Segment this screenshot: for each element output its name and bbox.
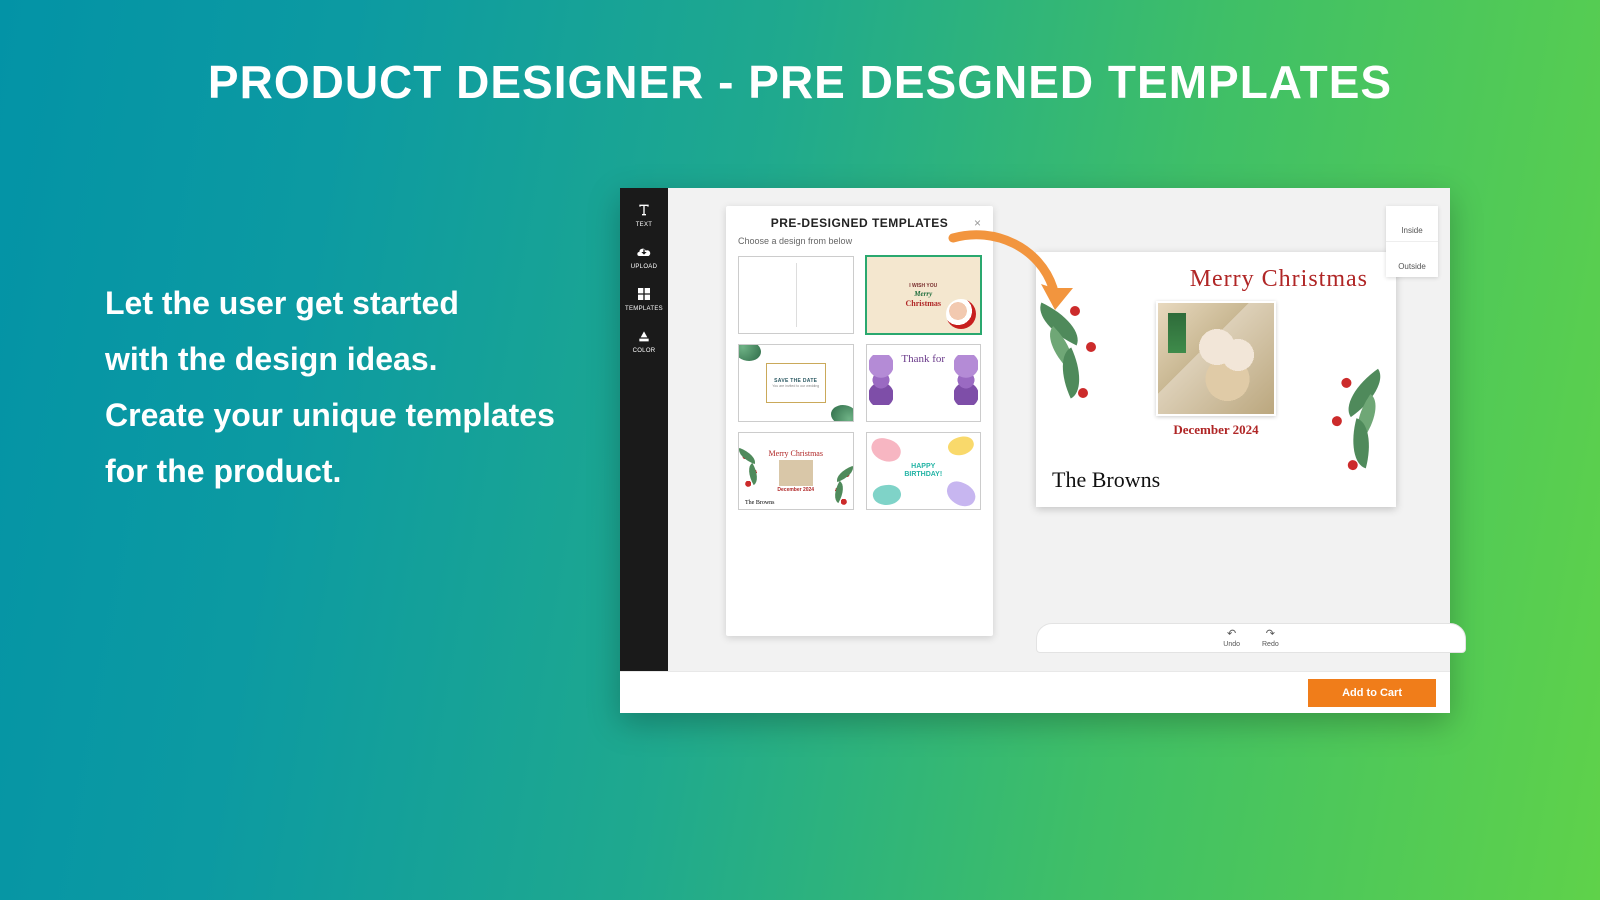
thumb-text: Merry bbox=[914, 290, 932, 298]
bottom-bar: Add to Cart bbox=[620, 671, 1450, 713]
thumb-text: BIRTHDAY! bbox=[904, 471, 942, 479]
leaf-icon bbox=[738, 344, 761, 361]
template-thumb-merry-christmas-santa[interactable]: I WISH YOU Merry Christmas bbox=[866, 256, 982, 334]
flower-icon bbox=[869, 355, 893, 405]
thumb-text: Christmas bbox=[905, 299, 941, 308]
add-to-cart-button[interactable]: Add to Cart bbox=[1308, 679, 1436, 707]
card-title-text[interactable]: Merry Christmas bbox=[1190, 266, 1368, 293]
undo-icon: ↶ bbox=[1227, 629, 1236, 640]
sidebar-item-templates[interactable]: TEMPLATES bbox=[625, 284, 663, 312]
canvas-area: PRE-DESIGNED TEMPLATES × Choose a design… bbox=[668, 188, 1450, 671]
templates-panel: PRE-DESIGNED TEMPLATES × Choose a design… bbox=[726, 206, 993, 636]
sprig-icon bbox=[738, 447, 765, 493]
sidebar-item-color[interactable]: COLOR bbox=[633, 326, 656, 354]
copy-line: Let the user get started bbox=[105, 275, 585, 331]
undo-redo-bar: ↶ Undo ↷ Redo bbox=[1036, 623, 1466, 653]
sidebar-item-label: TEXT bbox=[636, 222, 653, 228]
template-thumb-save-the-date[interactable]: SAVE THE DATE You are invited to our wed… bbox=[738, 344, 854, 422]
redo-icon: ↷ bbox=[1266, 629, 1275, 640]
sidebar-item-upload[interactable]: UPLOAD bbox=[631, 242, 657, 270]
tool-sidebar: TEXT UPLOAD TEMPLATES COLOR bbox=[620, 188, 668, 671]
copy-line: with the design ideas. bbox=[105, 331, 585, 387]
leaf-icon bbox=[831, 405, 854, 422]
thumb-text: Merry Christmas bbox=[769, 449, 823, 458]
marketing-copy: Let the user get started with the design… bbox=[105, 275, 585, 499]
sidebar-item-text[interactable]: TEXT bbox=[636, 200, 653, 228]
close-panel-button[interactable]: × bbox=[974, 216, 981, 230]
page-title: PRODUCT DESIGNER - PRE DESGNED TEMPLATES bbox=[0, 0, 1600, 109]
view-tabs: Inside Outside bbox=[1386, 206, 1438, 277]
copy-line: for the product. bbox=[105, 443, 585, 499]
templates-icon bbox=[625, 284, 663, 304]
copy-line: Create your unique templates bbox=[105, 387, 585, 443]
thumb-text: HAPPY bbox=[904, 463, 942, 471]
blob-icon bbox=[943, 478, 979, 510]
designer-app-window: TEXT UPLOAD TEMPLATES COLOR PRE-DESIGNED… bbox=[620, 188, 1450, 713]
sprig-decoration-icon bbox=[1301, 366, 1414, 520]
text-icon bbox=[636, 200, 653, 220]
blob-icon bbox=[871, 483, 902, 508]
app-main: TEXT UPLOAD TEMPLATES COLOR PRE-DESIGNED… bbox=[620, 188, 1450, 671]
sidebar-item-label: UPLOAD bbox=[631, 264, 657, 270]
upload-icon bbox=[631, 242, 657, 262]
blob-icon bbox=[868, 435, 903, 464]
template-thumb-happy-birthday[interactable]: HAPPY BIRTHDAY! bbox=[866, 432, 982, 510]
sidebar-item-label: TEMPLATES bbox=[625, 306, 663, 312]
thumb-text: The Browns bbox=[745, 500, 775, 506]
template-thumb-blank[interactable] bbox=[738, 256, 854, 334]
templates-panel-subtitle: Choose a design from below bbox=[738, 236, 981, 246]
flower-icon bbox=[954, 355, 978, 405]
color-icon bbox=[633, 326, 656, 346]
redo-button[interactable]: ↷ Redo bbox=[1262, 629, 1279, 648]
template-thumb-thank-for[interactable]: Thank for bbox=[866, 344, 982, 422]
card-signature-text[interactable]: The Browns bbox=[1052, 467, 1160, 493]
undo-button[interactable]: ↶ Undo bbox=[1223, 629, 1240, 648]
templates-grid: I WISH YOU Merry Christmas SAVE THE DATE… bbox=[738, 256, 981, 510]
tab-outside[interactable]: Outside bbox=[1386, 242, 1438, 277]
blob-icon bbox=[946, 433, 977, 459]
santa-icon bbox=[946, 299, 976, 329]
thumb-text: You are invited to our wedding bbox=[772, 384, 819, 388]
sprig-icon bbox=[827, 465, 854, 510]
thumb-text: Thank for bbox=[901, 353, 945, 365]
sidebar-item-label: COLOR bbox=[633, 348, 656, 354]
redo-label: Redo bbox=[1262, 641, 1279, 648]
template-thumb-merry-christmas-browns[interactable]: Merry Christmas December 2024 The Browns bbox=[738, 432, 854, 510]
photo-placeholder-icon bbox=[779, 460, 813, 486]
card-preview[interactable]: Merry Christmas December 2024 The Browns bbox=[1036, 252, 1396, 507]
card-photo[interactable] bbox=[1156, 301, 1276, 416]
thumb-text: I WISH YOU bbox=[909, 283, 937, 289]
sprig-decoration-icon bbox=[1030, 302, 1120, 442]
templates-panel-title: PRE-DESIGNED TEMPLATES bbox=[771, 216, 948, 230]
thumb-text: December 2024 bbox=[777, 487, 814, 493]
undo-label: Undo bbox=[1223, 641, 1240, 648]
tab-inside[interactable]: Inside bbox=[1386, 206, 1438, 242]
card-date-text[interactable]: December 2024 bbox=[1173, 422, 1258, 438]
